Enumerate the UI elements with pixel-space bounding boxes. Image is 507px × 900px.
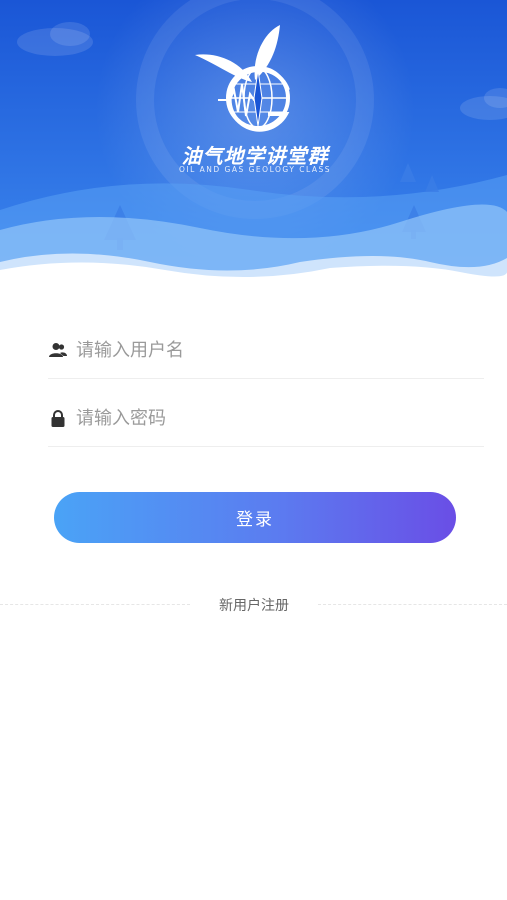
password-input[interactable] bbox=[76, 407, 484, 429]
globe-leaf-logo-icon bbox=[195, 25, 290, 132]
header-banner: 油气地学讲堂群 OIL AND GAS GEOLOGY CLASS bbox=[0, 0, 507, 300]
divider-left bbox=[0, 604, 190, 605]
divider-right bbox=[318, 604, 507, 605]
password-field[interactable] bbox=[48, 390, 484, 447]
user-icon bbox=[48, 340, 68, 360]
lock-icon bbox=[48, 408, 68, 428]
register-link[interactable]: 新用户注册 bbox=[190, 595, 318, 615]
username-input[interactable] bbox=[76, 339, 484, 361]
app-logo: 油气地学讲堂群 OIL AND GAS GEOLOGY CLASS bbox=[160, 20, 350, 180]
username-field[interactable] bbox=[48, 322, 484, 379]
brand-subtitle: OIL AND GAS GEOLOGY CLASS bbox=[178, 165, 332, 174]
login-button[interactable]: 登录 bbox=[54, 492, 456, 543]
